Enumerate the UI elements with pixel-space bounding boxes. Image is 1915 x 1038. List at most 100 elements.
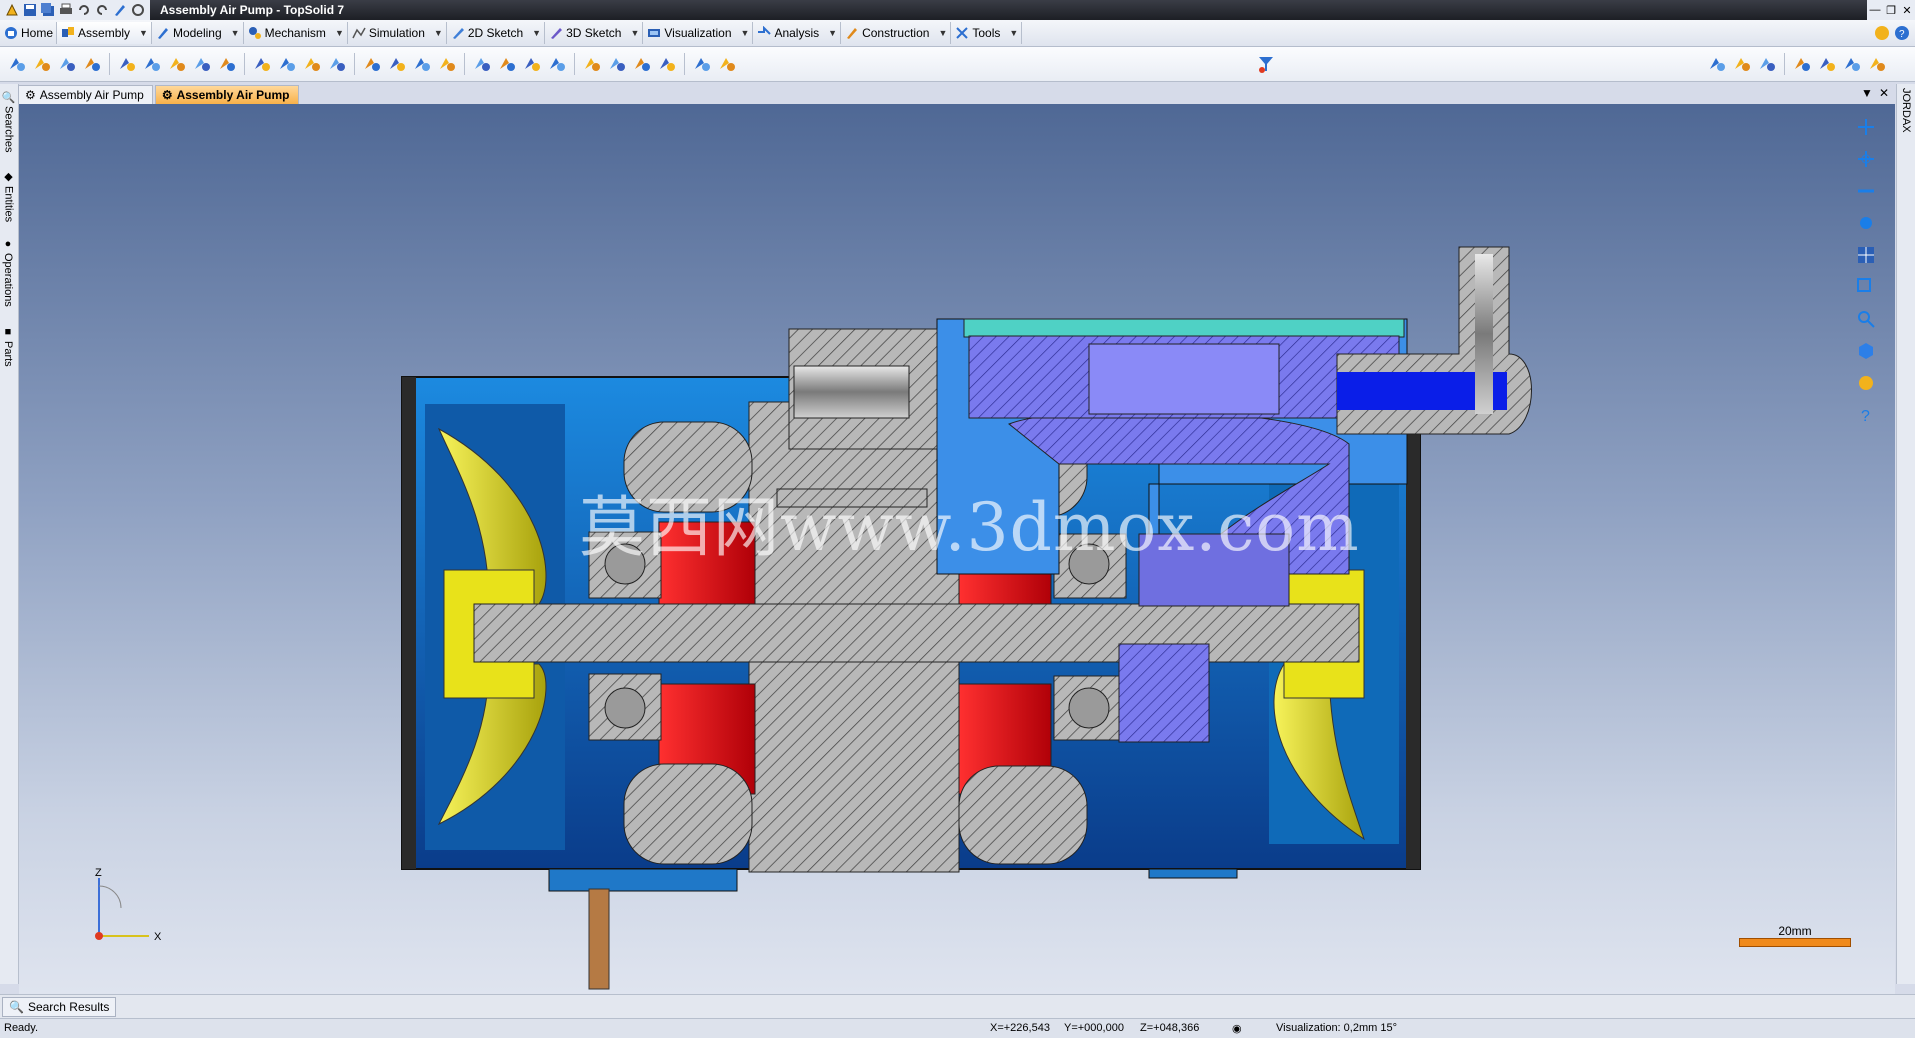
menu-2d-sketch[interactable]: 2D Sketch ▼ (447, 22, 546, 44)
menu-assembly[interactable]: Assembly ▼ (57, 22, 152, 44)
dropdown-arrow-icon[interactable]: ▼ (630, 28, 639, 38)
tab-close-icon[interactable]: ✕ (1879, 86, 1889, 100)
menu-tools[interactable]: Tools ▼ (951, 22, 1023, 44)
options-icon[interactable] (1873, 24, 1891, 42)
coord-z: Z=+048,366 (1140, 1022, 1200, 1034)
toolbar-command-icon[interactable] (521, 53, 543, 75)
toolbar-command-icon[interactable] (361, 53, 383, 75)
toolbar-command-icon[interactable] (496, 53, 518, 75)
toolbar-command-icon[interactable] (56, 53, 78, 75)
toolbar-command-icon[interactable] (1816, 53, 1838, 75)
close-icon[interactable]: ✕ (1899, 0, 1915, 20)
toolbar-command-icon[interactable] (216, 53, 238, 75)
toolbar-command-icon[interactable] (1756, 53, 1778, 75)
dropdown-arrow-icon[interactable]: ▼ (828, 28, 837, 38)
dropdown-arrow-icon[interactable]: ▼ (532, 28, 541, 38)
dropdown-arrow-icon[interactable]: ▼ (139, 28, 148, 38)
menu-simulation[interactable]: Simulation ▼ (348, 22, 447, 44)
toolbar-command-icon[interactable] (606, 53, 628, 75)
zoom-window-icon[interactable] (1855, 276, 1877, 298)
orbit-icon[interactable] (1855, 212, 1877, 234)
toolbar-command-icon[interactable] (1866, 53, 1888, 75)
pan-icon[interactable] (1855, 180, 1877, 202)
app-logo-icon[interactable] (4, 2, 20, 18)
cursor-filter-icon[interactable] (1255, 53, 1277, 75)
redo-icon[interactable] (94, 2, 110, 18)
side-tab-operations[interactable]: ● Operations (2, 238, 14, 307)
side-tab-entities[interactable]: ◆ Entities (2, 170, 15, 222)
restore-icon[interactable]: ❐ (1883, 0, 1899, 20)
tools-icon (956, 27, 969, 39)
toolbar-command-icon[interactable] (386, 53, 408, 75)
view-cube-icon[interactable] (1855, 340, 1877, 362)
search-results-tab[interactable]: 🔍 Search Results (2, 997, 117, 1017)
minimize-icon[interactable]: — (1867, 0, 1883, 20)
menu-analysis[interactable]: Analysis ▼ (753, 22, 842, 44)
toolbar-group-right (1706, 52, 1888, 76)
dropdown-arrow-icon[interactable]: ▼ (741, 28, 750, 38)
toolbar-command-icon[interactable] (166, 53, 188, 75)
dropdown-arrow-icon[interactable]: ▼ (231, 28, 240, 38)
viewports-grid-icon[interactable] (1855, 244, 1877, 266)
move-view-icon[interactable] (1855, 116, 1877, 138)
menu-3d-sketch[interactable]: 3D Sketch ▼ (545, 22, 644, 44)
side-tab-jordax[interactable]: JORDAX (1900, 88, 1912, 133)
bearing-ball (604, 687, 646, 729)
toolbar-command-icon[interactable] (276, 53, 298, 75)
undo-icon[interactable] (76, 2, 92, 18)
toolbar-command-icon[interactable] (301, 53, 323, 75)
menu-home[interactable]: Home (0, 22, 58, 44)
toolbar-command-icon[interactable] (471, 53, 493, 75)
toolbar-command-icon[interactable] (1706, 53, 1728, 75)
status-bar: Ready. X=+226,543 Y=+000,000 Z=+048,366 … (0, 1018, 1915, 1038)
toolbar-command-icon[interactable] (31, 53, 53, 75)
menu-label: Home (21, 26, 54, 40)
print-icon[interactable] (58, 2, 74, 18)
toolbar-command-icon[interactable] (6, 53, 28, 75)
render-palette-icon[interactable] (1855, 372, 1877, 394)
visibility-icon: ◉ (1232, 1023, 1242, 1035)
help-query-icon[interactable]: ? (1855, 404, 1877, 426)
toolbar-command-icon[interactable] (691, 53, 713, 75)
bottom-plate (1148, 868, 1238, 879)
menu-construction[interactable]: Construction ▼ (841, 22, 952, 44)
save-all-icon[interactable] (40, 2, 56, 18)
toolbar-command-icon[interactable] (436, 53, 458, 75)
toolbar-command-icon[interactable] (546, 53, 568, 75)
doc-tab-active[interactable]: ⚙ Assembly Air Pump (154, 85, 299, 104)
toolbar-command-icon[interactable] (656, 53, 678, 75)
toolbar-command-icon[interactable] (1731, 53, 1753, 75)
help-icon[interactable]: ? (1893, 24, 1911, 42)
dropdown-arrow-icon[interactable]: ▼ (1009, 28, 1018, 38)
toolbar-command-icon[interactable] (716, 53, 738, 75)
menu-visualization[interactable]: Visualization ▼ (643, 22, 754, 44)
tab-list-icon[interactable]: ▼ (1861, 86, 1873, 100)
coil-end (623, 763, 753, 865)
side-tab-parts[interactable]: ■ Parts (2, 326, 14, 367)
doc-tab[interactable]: ⚙ Assembly Air Pump (18, 85, 153, 104)
rotate-view-icon[interactable] (1855, 148, 1877, 170)
toolbar-command-icon[interactable] (116, 53, 138, 75)
dropdown-arrow-icon[interactable]: ▼ (938, 28, 947, 38)
3d-viewport[interactable]: 莫西网www.3dmox.com ? 20mm Z X (19, 104, 1895, 994)
toolbar-command-icon[interactable] (411, 53, 433, 75)
toolbar-command-icon[interactable] (191, 53, 213, 75)
zoom-icon[interactable] (1855, 308, 1877, 330)
bearing-ball (1068, 687, 1110, 729)
toolbar-command-icon[interactable] (631, 53, 653, 75)
dropdown-arrow-icon[interactable]: ▼ (335, 28, 344, 38)
toolbar-command-icon[interactable] (251, 53, 273, 75)
menu-mechanism[interactable]: Mechanism ▼ (244, 22, 348, 44)
refresh-icon[interactable] (130, 2, 146, 18)
toolbar-command-icon[interactable] (581, 53, 603, 75)
toolbar-command-icon[interactable] (1791, 53, 1813, 75)
save-icon[interactable] (22, 2, 38, 18)
toolbar-command-icon[interactable] (81, 53, 103, 75)
toolbar-command-icon[interactable] (326, 53, 348, 75)
dropdown-arrow-icon[interactable]: ▼ (434, 28, 443, 38)
menu-modeling[interactable]: Modeling ▼ (152, 22, 244, 44)
toolbar-command-icon[interactable] (141, 53, 163, 75)
side-tab-searches[interactable]: 🔍 Searches (2, 90, 15, 153)
pen-icon[interactable] (112, 2, 128, 18)
toolbar-command-icon[interactable] (1841, 53, 1863, 75)
